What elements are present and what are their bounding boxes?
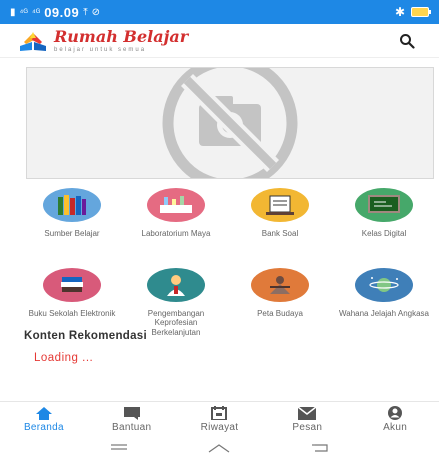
brand-logo[interactable]: Rumah Belajar belajar untuk semua (18, 26, 189, 53)
nav-label: Bantuan (112, 421, 152, 433)
chat-icon (123, 406, 140, 420)
menu-item-peta-budaya[interactable]: Peta Budaya (228, 268, 332, 340)
nav-item-akun[interactable]: Akun (351, 402, 439, 437)
nav-label: Riwayat (200, 422, 239, 433)
status-bar: ▮ ⁴ᴳ ⁴ᴳ 09.09 ⤒ ⊘ ✱ (0, 0, 439, 24)
banner-image[interactable] (26, 67, 434, 179)
book-logo-icon (20, 31, 46, 51)
brand-tagline: belajar untuk semua (54, 46, 147, 53)
nav-item-pesan[interactable]: Pesan (263, 402, 351, 437)
network-type-1: ⁴ᴳ (19, 7, 28, 17)
nav-label: Akun (383, 422, 408, 433)
menu-item-kelas-digital[interactable]: Kelas Digital (332, 188, 436, 260)
menu-item-laboratorium-maya[interactable]: Laboratorium Maya (124, 188, 228, 260)
search-button[interactable] (393, 27, 421, 55)
bottom-nav: Beranda Bantuan Riwayat Pesan Akun (0, 401, 439, 437)
status-time: 09.09 (44, 4, 80, 20)
search-icon (400, 33, 415, 49)
nav-item-beranda[interactable]: Beranda (0, 402, 88, 437)
culture-map-icon (251, 268, 309, 302)
menu-item-sumber-belajar[interactable]: Sumber Belajar (20, 188, 124, 260)
menu-label: Laboratorium Maya (141, 229, 211, 238)
bluetooth-icon: ✱ (394, 5, 405, 19)
upload-icon: ⤒ (83, 6, 88, 18)
section-title: Konten Rekomendasi (24, 330, 147, 342)
exam-board-icon (251, 188, 309, 222)
menu-label: Peta Budaya (257, 309, 303, 318)
menu-icon[interactable] (110, 443, 128, 453)
no-image-icon (162, 68, 298, 178)
nav-item-bantuan[interactable]: Bantuan (88, 402, 176, 437)
signal-icon: ▮ (10, 6, 16, 18)
teacher-icon (147, 268, 205, 302)
menu-item-bank-soal[interactable]: Bank Soal (228, 188, 332, 260)
back-icon[interactable] (311, 443, 329, 453)
nav-label: Pesan (292, 421, 323, 433)
ebook-icon (43, 268, 101, 302)
laboratory-icon (147, 188, 205, 222)
home-button-icon[interactable] (208, 443, 230, 453)
loading-indicator: Loading ... (34, 352, 94, 364)
planet-icon (355, 268, 413, 302)
account-icon (388, 406, 403, 420)
brand-text: Rumah Belajar belajar untuk semua (54, 26, 189, 53)
nav-label: Beranda (23, 421, 64, 433)
mail-icon (297, 406, 317, 420)
feature-menu: Sumber Belajar Laboratorium Maya Bank So… (20, 188, 436, 340)
battery-icon (411, 7, 431, 17)
digital-class-icon (355, 188, 413, 222)
menu-label: Buku Sekolah Elektronik (28, 309, 116, 318)
menu-item-wahana-jelajah-angkasa[interactable]: Wahana Jelajah Angkasa (332, 268, 436, 340)
menu-label: Kelas Digital (361, 229, 407, 238)
menu-label: Sumber Belajar (44, 229, 100, 238)
app-header: Rumah Belajar belajar untuk semua (0, 24, 439, 58)
network-type-2: ⁴ᴳ (31, 7, 41, 17)
menu-label: Bank Soal (261, 229, 299, 238)
books-icon (43, 188, 101, 222)
nav-item-riwayat[interactable]: Riwayat (176, 402, 264, 437)
dnd-icon: ⊘ (91, 6, 101, 18)
status-right: ✱ (394, 5, 431, 19)
system-nav-bar (0, 438, 439, 457)
calendar-icon (211, 406, 228, 420)
brand-name: Rumah Belajar (54, 26, 189, 46)
menu-label: Wahana Jelajah Angkasa (339, 309, 429, 318)
home-icon (35, 406, 52, 420)
status-left: ▮ ⁴ᴳ ⁴ᴳ 09.09 ⤒ ⊘ (10, 5, 100, 20)
